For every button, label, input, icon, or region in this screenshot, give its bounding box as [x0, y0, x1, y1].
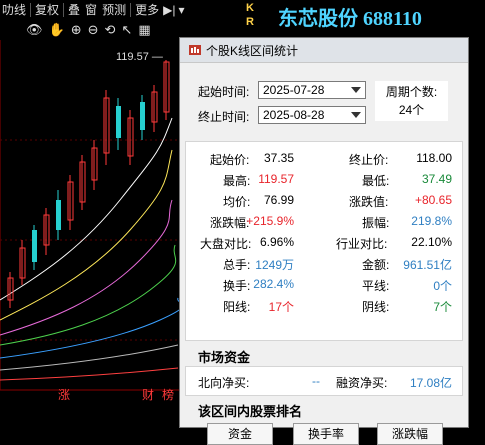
stat-label: 最低:: [362, 174, 390, 188]
stat-label: 均价:: [223, 195, 251, 209]
stat-value: 118.00: [416, 151, 452, 165]
period-count-value: 24个: [398, 103, 425, 117]
stock-title: 东芯股份 688110: [278, 8, 422, 30]
stat-label: 终止价:: [349, 153, 389, 167]
dialog-titlebar[interactable]: 个股K线区间统计: [180, 38, 468, 63]
chart-toolbar: 叻线 复权 叠 窗 预测 更多 ▶| ▾: [0, 0, 190, 19]
rank-by-change-button[interactable]: 涨跌幅: [377, 423, 443, 445]
toolbar-divider: [63, 2, 65, 17]
stat-label: 最高:: [223, 174, 251, 188]
money-flow-panel: 北向净买: -- 融资净买: 17.08亿: [185, 366, 463, 396]
stat-value: 0个: [433, 279, 452, 293]
zoom-in-icon[interactable]: ⊕: [71, 22, 82, 38]
stat-label: 阳线:: [223, 300, 251, 314]
stat-value: 76.99: [263, 193, 294, 207]
toolbar-item-5[interactable]: 更多: [134, 1, 160, 18]
stat-value: 22.10%: [411, 235, 452, 249]
dialog-title: 个股K线区间统计: [206, 43, 299, 58]
zoom-out-icon[interactable]: ⊖: [88, 22, 99, 38]
stats-panel: 起始价: 37.35 终止价: 118.00 最高: 119.57 最低: 37…: [185, 141, 463, 341]
toolbar-divider: [130, 2, 132, 17]
rank-by-capital-button[interactable]: 资金: [207, 423, 273, 445]
chevron-down-icon[interactable]: ▾: [178, 3, 184, 17]
stat-label: 总手:: [223, 258, 251, 272]
kline-chart[interactable]: [0, 40, 180, 428]
stat-value: 7个: [433, 300, 452, 314]
stat-value: 282.4%: [253, 277, 294, 291]
chart-tools: 👁 ✋ ⊕ ⊖ ⟲ ↖ ▦: [26, 21, 176, 39]
stat-label: 涨跌值:: [349, 195, 389, 209]
eye-icon[interactable]: 👁: [26, 22, 43, 38]
start-date-select[interactable]: 2025-07-28: [258, 81, 366, 99]
stat-label: 大盘对比:: [200, 237, 252, 251]
dropdown-arrow-icon: [351, 87, 361, 93]
dropdown-arrow-icon: [351, 112, 361, 118]
bottom-tab-2[interactable]: 榜: [162, 386, 174, 403]
kr-badge: K R: [246, 2, 254, 28]
stat-value: 37.49: [421, 172, 452, 186]
period-count-label: 周期个数:: [385, 85, 438, 99]
toolbar-item-1[interactable]: 复权: [34, 1, 60, 18]
end-date-value: 2025-08-28: [263, 108, 325, 122]
bottom-tab-1[interactable]: 财: [142, 386, 154, 403]
stat-label: 行业对比:: [336, 237, 388, 251]
stat-label: 振幅:: [362, 216, 390, 230]
rank-by-turnover-button[interactable]: 换手率: [293, 423, 359, 445]
stat-value: 37.35: [263, 151, 294, 165]
start-time-label: 起始时间:: [198, 85, 250, 99]
stat-value: 119.57: [258, 172, 294, 186]
toolbar-divider: [30, 2, 32, 17]
stat-value: 6.96%: [259, 235, 294, 249]
stat-value: +80.65: [414, 193, 452, 207]
bottom-tab-0[interactable]: 涨: [58, 386, 70, 403]
stat-label: 平线:: [362, 279, 390, 293]
end-date-select[interactable]: 2025-08-28: [258, 106, 366, 124]
period-count-box: 周期个数: 24个: [375, 81, 448, 121]
north-value: --: [312, 374, 320, 388]
end-time-label: 终止时间:: [198, 110, 250, 124]
play-forward-icon[interactable]: ▶|: [163, 3, 175, 17]
stat-label: 金额:: [362, 258, 390, 272]
back-icon[interactable]: ⟲: [105, 22, 116, 38]
cursor-icon[interactable]: ↖: [121, 22, 132, 38]
stat-value: 219.8%: [411, 214, 452, 228]
stat-value: +215.9%: [246, 214, 294, 228]
stat-label: 起始价:: [210, 153, 250, 167]
margin-label: 融资净买:: [336, 376, 388, 390]
stat-label: 涨跌幅:: [210, 216, 250, 230]
stat-value: 961.51亿: [403, 258, 452, 272]
toolbar-item-4[interactable]: 预测: [101, 1, 127, 18]
hand-icon[interactable]: ✋: [49, 22, 65, 38]
app-icon: [189, 45, 201, 55]
right-panel-edge: [469, 37, 485, 428]
stat-value: 1249万: [255, 258, 294, 272]
margin-value: 17.08亿: [409, 376, 452, 390]
ranking-title: 该区间内股票排名: [198, 404, 303, 419]
north-label: 北向净买:: [198, 376, 250, 390]
stat-label: 阴线:: [362, 300, 390, 314]
toolbar-item-2[interactable]: 叠: [67, 1, 81, 18]
stat-label: 换手:: [223, 279, 251, 293]
start-date-value: 2025-07-28: [263, 83, 325, 97]
grid-icon[interactable]: ▦: [138, 22, 150, 38]
chart-bottom-tabs: 涨 财 榜: [0, 386, 178, 402]
money-flow-title: 市场资金: [198, 350, 251, 365]
toolbar-item-3[interactable]: 窗: [84, 1, 98, 18]
toolbar-item-0[interactable]: 叻线: [1, 1, 27, 18]
stat-value: 17个: [268, 300, 294, 314]
peak-price-label: 119.57 —: [116, 51, 163, 63]
kline-range-stats-dialog: 个股K线区间统计 起始时间: 2025-07-28 终止时间: 2025-08-…: [179, 37, 469, 445]
